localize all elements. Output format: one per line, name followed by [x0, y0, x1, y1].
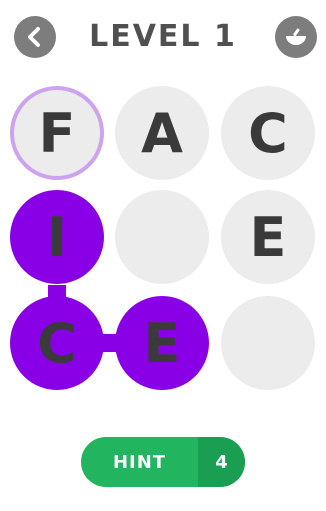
chevron-left-icon — [28, 27, 40, 47]
hint-count: 4 — [198, 437, 245, 487]
shop-button[interactable] — [275, 16, 317, 58]
letter-tile[interactable]: E — [221, 190, 315, 284]
hint-button[interactable]: HINT 4 — [81, 437, 245, 487]
back-button[interactable] — [14, 16, 56, 58]
hint-label: HINT — [112, 451, 167, 473]
bowl-icon — [286, 28, 306, 45]
letter-tile[interactable]: E — [115, 296, 209, 390]
letter-tile[interactable]: F — [10, 86, 104, 180]
letter-tile[interactable]: I — [10, 190, 104, 284]
empty-tile — [115, 190, 209, 284]
letter-tile[interactable]: A — [115, 86, 209, 180]
empty-tile — [221, 296, 315, 390]
letter-tile[interactable]: C — [221, 86, 315, 180]
letter-tile[interactable]: C — [10, 296, 104, 390]
level-title: LEVEL 1 — [89, 19, 237, 54]
